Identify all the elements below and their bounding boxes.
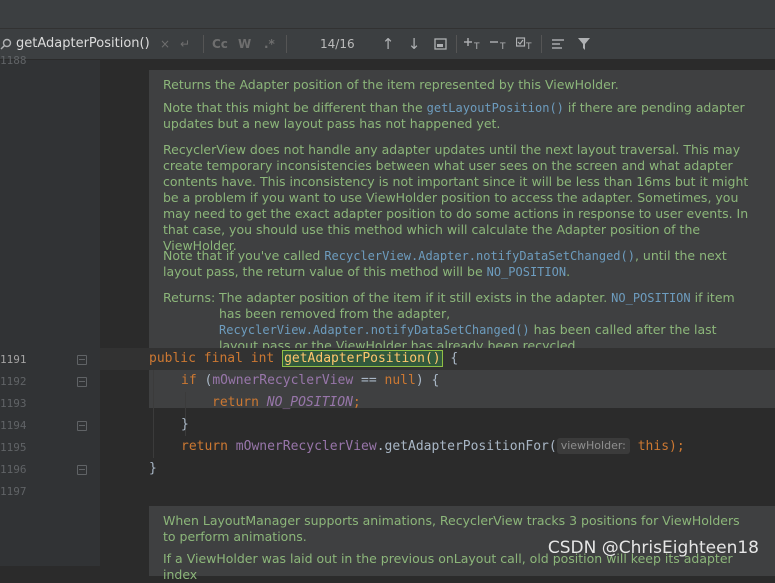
search-scope-icon[interactable] <box>548 29 568 59</box>
doc-paragraph: Note that if you've called RecyclerView.… <box>163 248 727 279</box>
doc-link[interactable]: NO_POSITION <box>487 265 566 279</box>
code-line[interactable]: if (mOwnerRecyclerView == null) { <box>181 370 439 392</box>
editor-tab-strip <box>0 0 775 29</box>
fold-icon[interactable] <box>77 465 87 475</box>
fold-icon[interactable] <box>77 421 87 431</box>
line-number: 1191 <box>0 353 27 366</box>
divider <box>286 35 287 53</box>
line-number: 1192 <box>0 375 27 388</box>
filter-icon[interactable] <box>574 29 594 59</box>
fold-icon[interactable] <box>77 377 87 387</box>
watermark: CSDN @ChrisEighteen18 <box>547 538 759 558</box>
line-number: 1188 <box>0 54 27 67</box>
add-occurrence-icon[interactable]: T <box>463 29 483 59</box>
regex-toggle[interactable]: .* <box>264 29 275 59</box>
doc-returns-text: The adapter position of the item if it s… <box>219 290 735 353</box>
doc-link[interactable]: RecyclerView.Adapter.notifyDataSetChange… <box>219 323 530 337</box>
doc-paragraph: Returns the Adapter position of the item… <box>163 77 619 92</box>
divider <box>541 35 542 53</box>
search-match-highlight: getAdapterPosition() <box>282 350 443 367</box>
search-input[interactable]: getAdapterPosition() <box>16 29 156 59</box>
previous-occurrence-icon[interactable]: ↑ <box>378 29 398 59</box>
clear-search-icon[interactable]: × <box>160 29 170 59</box>
divider <box>456 35 457 53</box>
line-number: 1193 <box>0 397 27 410</box>
select-occurrences-icon[interactable]: T <box>515 29 535 59</box>
code-line[interactable]: } <box>181 414 189 436</box>
svg-text:T: T <box>473 42 480 50</box>
code-line[interactable]: } <box>149 458 157 480</box>
line-number-gutter: 1188 1191 1192 1193 1194 1195 1196 1197 <box>0 54 100 566</box>
code-line[interactable]: public final int getAdapterPosition() { <box>149 348 458 370</box>
line-number: 1195 <box>0 441 27 454</box>
indent-guide <box>153 370 154 458</box>
select-all-occurrences-icon[interactable] <box>430 29 450 59</box>
code-editor[interactable]: Returns the Adapter position of the item… <box>100 60 775 582</box>
line-number: 1194 <box>0 419 27 432</box>
doc-link[interactable]: NO_POSITION <box>611 291 690 305</box>
code-line[interactable]: return mOwnerRecyclerView.getAdapterPosi… <box>181 436 685 458</box>
doc-link[interactable]: RecyclerView.Adapter.notifyDataSetChange… <box>324 249 635 263</box>
divider <box>203 35 204 53</box>
match-count: 14/16 <box>320 37 355 51</box>
match-case-toggle[interactable]: Cc <box>212 29 228 59</box>
doc-link[interactable]: getLayoutPosition() <box>427 101 564 115</box>
doc-paragraph: Note that this might be different than t… <box>163 100 745 131</box>
code-line[interactable]: return NO_POSITION; <box>212 392 361 414</box>
remove-occurrence-icon[interactable]: T <box>489 29 509 59</box>
words-toggle[interactable]: W <box>238 29 251 59</box>
line-number: 1197 <box>0 485 27 498</box>
new-line-icon[interactable]: ↵ <box>180 29 190 59</box>
find-bar: getAdapterPosition() × ↵ Cc W .* 14/16 ↑… <box>0 29 775 60</box>
next-occurrence-icon[interactable]: ↓ <box>404 29 424 59</box>
doc-paragraph: RecyclerView does not handle any adapter… <box>163 142 749 253</box>
svg-text:T: T <box>525 42 532 50</box>
svg-text:T: T <box>499 42 506 50</box>
parameter-hint: viewHolder: <box>556 438 630 454</box>
fold-icon[interactable] <box>77 355 87 365</box>
line-number: 1196 <box>0 463 27 476</box>
